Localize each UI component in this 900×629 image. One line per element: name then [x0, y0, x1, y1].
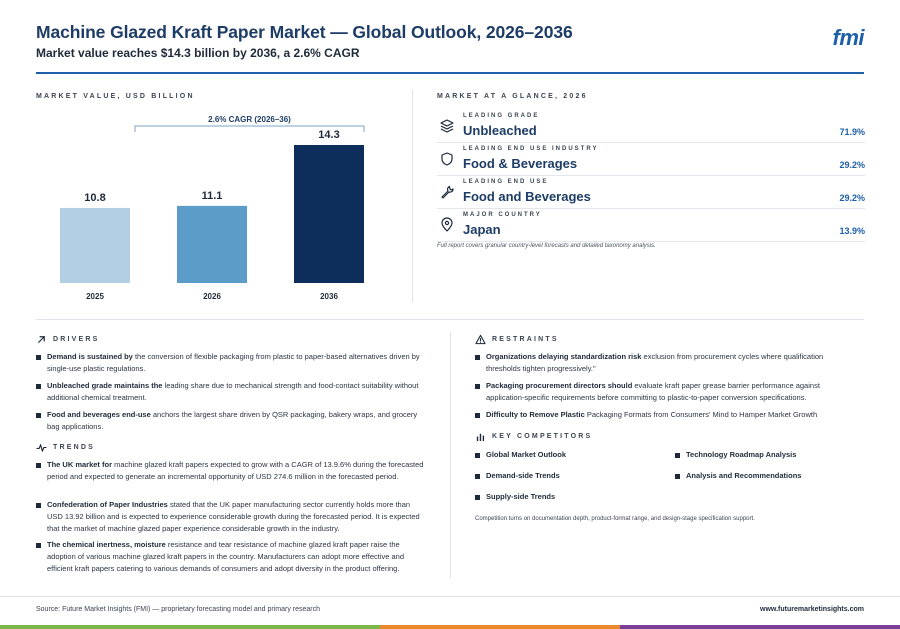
competitors-label: KEY COMPETITORS: [492, 433, 593, 440]
footer-rule: [0, 596, 900, 597]
competitor-item: Demand-side Trends: [475, 471, 560, 480]
trend-item: The UK market for machine glazed kraft p…: [36, 459, 426, 483]
bar-value-label: 14.3: [318, 129, 339, 141]
trends-heading: TRENDS: [36, 442, 95, 453]
glance-value: Food & Beverages: [463, 156, 578, 171]
driver-item: Demand is sustained by the conversion of…: [36, 351, 426, 375]
glance-category: LEADING GRADE: [463, 113, 540, 119]
report-subtitle: Market value reaches $14.3 billion by 20…: [36, 46, 360, 60]
footer-source: Source: Future Market Insights (FMI) — p…: [36, 606, 320, 613]
header-rule: [36, 72, 864, 74]
x-tick-label: 2036: [320, 292, 338, 301]
footer-stripe-orange: [380, 625, 620, 629]
glance-row-end-use-industry: LEADING END USE INDUSTRY Food & Beverage…: [437, 143, 865, 176]
competitors-heading: KEY COMPETITORS: [475, 431, 592, 442]
glance-category: MAJOR COUNTRY: [463, 212, 542, 218]
competitors-note: Competition turns on documentation depth…: [475, 516, 755, 522]
glance-share: 71.9%: [839, 127, 865, 137]
footer-url[interactable]: www.futuremarketinsights.com: [760, 606, 864, 613]
drivers-heading: DRIVERS: [36, 334, 100, 345]
x-tick-label: 2026: [203, 292, 221, 301]
restraint-item: Packaging procurement directors should e…: [475, 380, 855, 404]
wrench-icon: [441, 185, 454, 199]
warning-icon: [475, 334, 486, 345]
footer-stripe-purple: [620, 625, 900, 629]
glance-value: Unbleached: [463, 123, 537, 138]
driver-item: Food and beverages end-use anchors the l…: [36, 409, 426, 433]
bar-2036: [294, 145, 364, 283]
driver-item: Unbleached grade maintains the leading s…: [36, 380, 426, 404]
trend-item: The chemical inertness, moisture resista…: [36, 539, 426, 576]
drivers-label: DRIVERS: [53, 336, 100, 343]
glance-row-grade: LEADING GRADE Unbleached 71.9%: [437, 110, 865, 143]
glance-category: LEADING END USE INDUSTRY: [463, 146, 599, 152]
bar-2025: [60, 207, 130, 283]
glance-row-end-use: LEADING END USE Food and Beverages 29.2%: [437, 176, 865, 209]
restraint-item: Difficulty to Remove Plastic Packaging F…: [475, 409, 855, 421]
footer-stripe-green: [0, 625, 380, 629]
glance-share: 29.2%: [839, 193, 865, 203]
section-divider: [36, 319, 864, 320]
column-divider-bottom: [450, 332, 451, 578]
restraint-item: Organizations delaying standardization r…: [475, 351, 855, 375]
column-divider: [412, 90, 413, 302]
restraints-heading: RESTRAINTS: [475, 334, 559, 345]
glance-share: 29.2%: [839, 160, 865, 170]
x-tick-label: 2025: [86, 292, 104, 301]
trend-item: Confederation of Paper Industries stated…: [36, 499, 426, 536]
market-value-label: MARKET VALUE, USD BILLION: [36, 93, 195, 100]
glance-share: 13.9%: [839, 226, 865, 236]
arrow-up-right-icon: [38, 336, 45, 343]
glance-note: Full report covers granular country-leve…: [437, 243, 656, 249]
fmi-logo: fmi: [832, 25, 865, 50]
glance-category: LEADING END USE: [463, 179, 549, 185]
report-title: Machine Glazed Kraft Paper Market — Glob…: [36, 22, 573, 42]
restraints-label: RESTRAINTS: [492, 336, 559, 343]
competitor-item: Global Market Outlook: [475, 450, 566, 459]
bar-chart-icon: [476, 433, 485, 442]
glance-value: Food and Beverages: [463, 189, 591, 204]
glance-row-country: MAJOR COUNTRY Japan 13.9%: [437, 209, 865, 242]
shield-icon: [441, 152, 453, 166]
competitor-item: Analysis and Recommendations: [675, 471, 801, 480]
glance-value: Japan: [463, 222, 501, 237]
map-pin-icon: [441, 217, 453, 232]
market-glance-label: MARKET AT A GLANCE, 2026: [437, 93, 588, 100]
cagr-annotation: 2.6% CAGR (2026–36): [208, 115, 291, 124]
trends-label: TRENDS: [53, 444, 95, 451]
trend-line-icon: [36, 444, 47, 452]
competitor-item: Technology Roadmap Analysis: [675, 450, 796, 459]
layers-icon: [440, 119, 454, 133]
competitor-item: Supply-side Trends: [475, 492, 555, 501]
market-value-chart: 10.8 2025 11.1 2026 14.3 2036 2.6% CAGR (2026…: [60, 115, 365, 301]
bar-value-label: 10.8: [84, 192, 105, 204]
bar-2026: [177, 205, 247, 283]
bar-value-label: 11.1: [202, 190, 223, 202]
